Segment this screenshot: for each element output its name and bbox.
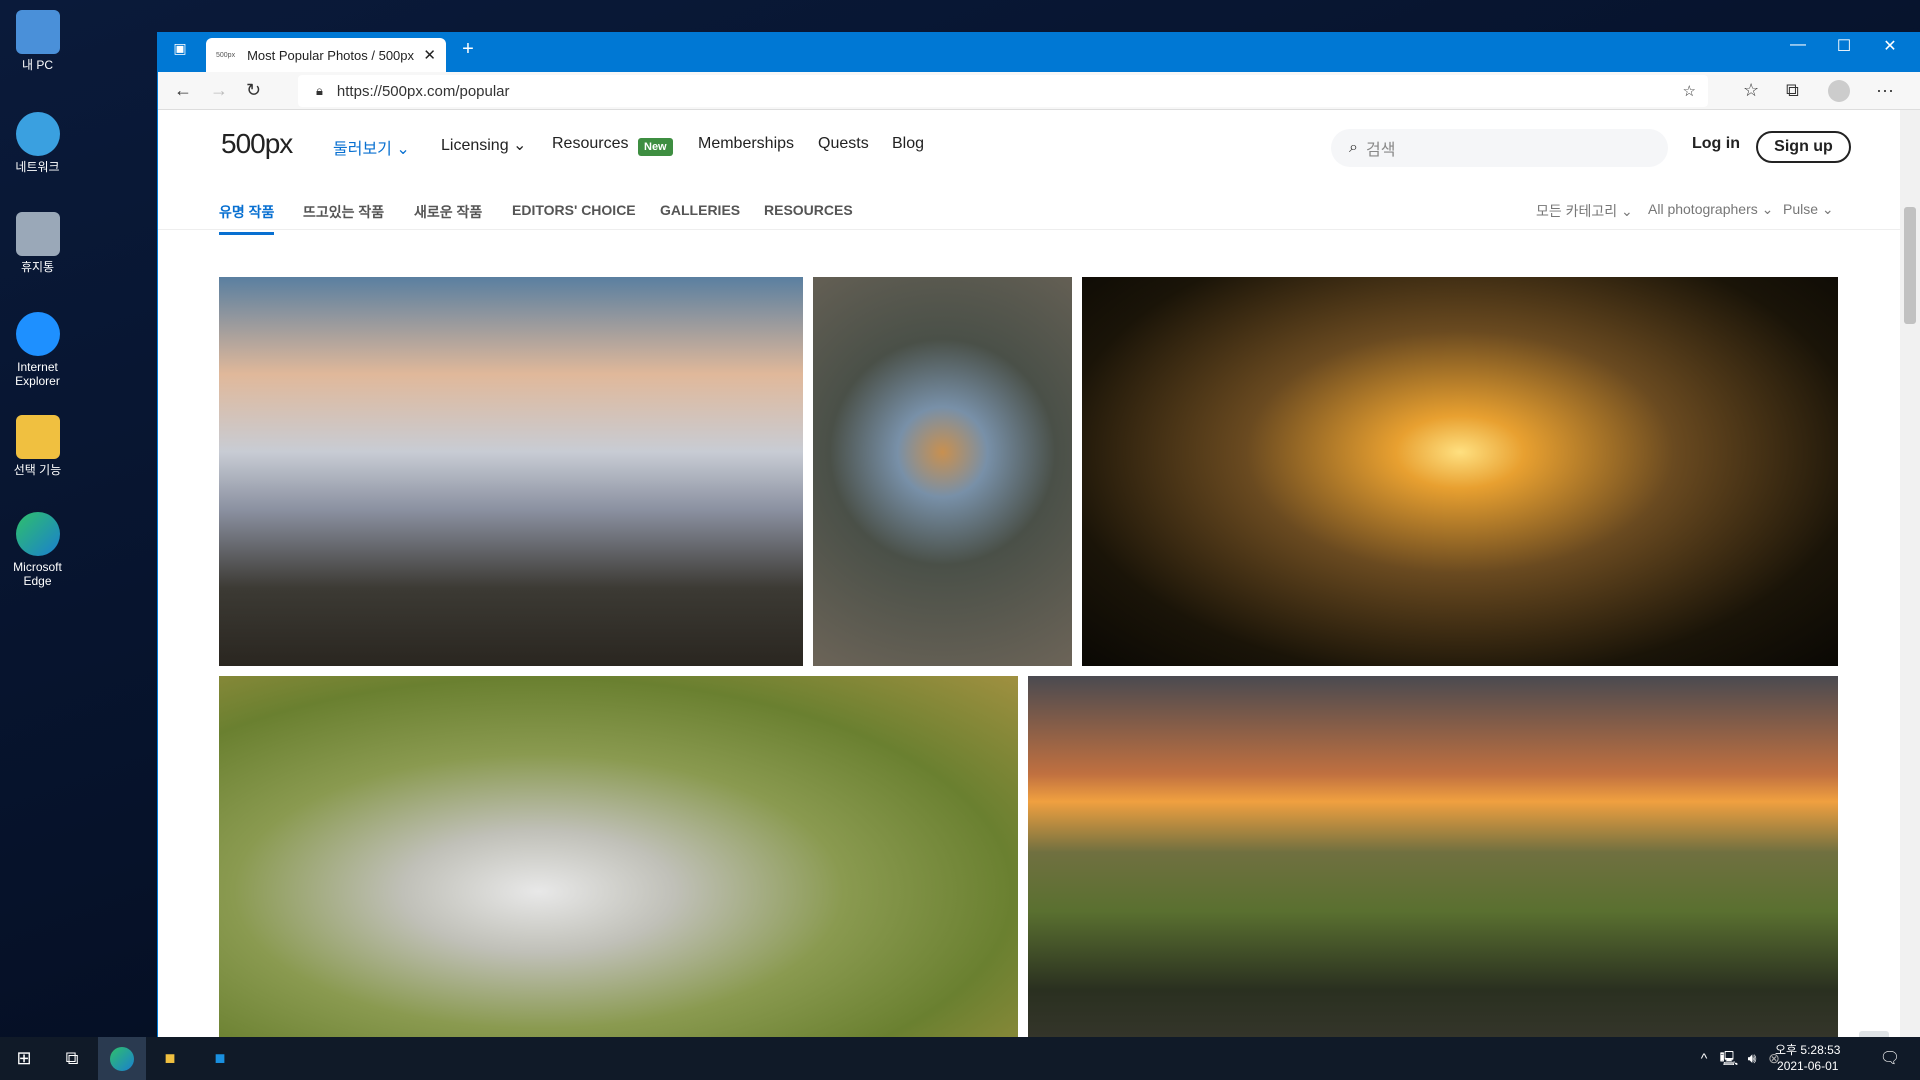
desktop-icon-optional-features[interactable]: 선택 기능	[0, 415, 75, 477]
title-bar: ▣ 500px Most Popular Photos / 500px ✕ + …	[158, 32, 1920, 72]
clock[interactable]: 오후 5:28:53 2021-06-01	[1775, 1042, 1840, 1074]
desktop-icon-recycle-bin[interactable]: 휴지통	[0, 212, 75, 274]
category-tabs: 유명 작품 뜨고있는 작품 새로운 작품 EDITORS' CHOICE GAL…	[158, 180, 1900, 235]
computer-icon	[15, 10, 60, 54]
nav-resources[interactable]: Resources	[552, 135, 628, 153]
lock-icon: 🔒︎	[316, 83, 323, 98]
logo[interactable]: 500px	[221, 128, 293, 160]
tab-resources[interactable]: RESOURCES	[764, 202, 853, 218]
close-tab-icon[interactable]: ✕	[423, 46, 436, 64]
browser-window: ▣ 500px Most Popular Photos / 500px ✕ + …	[157, 32, 1920, 1037]
file-explorer-icon[interactable]: ■	[146, 1037, 194, 1080]
search-input[interactable]: ⌕ 검색	[1331, 129, 1668, 167]
nav-blog[interactable]: Blog	[892, 135, 924, 153]
forward-icon[interactable]: →	[210, 80, 228, 101]
photo-butterfly[interactable]	[219, 676, 1018, 1037]
nav-quests[interactable]: Quests	[818, 135, 869, 153]
photo-mountain[interactable]	[219, 277, 803, 666]
login-link[interactable]: Log in	[1692, 135, 1740, 153]
edge-icon	[110, 1047, 134, 1072]
task-view-button[interactable]: ⧉	[48, 1037, 96, 1080]
desktop-icon-ie[interactable]: Internet Explorer	[0, 312, 75, 388]
notifications-icon[interactable]: 🗨︎	[1866, 1037, 1914, 1080]
new-badge: New	[638, 138, 673, 156]
search-icon: ⌕	[1349, 139, 1358, 156]
refresh-icon[interactable]: ↻	[246, 80, 261, 101]
browser-toolbar: ← → ↻ 🔒︎ https://500px.com/popular ☆ ☆ ⧉ ·…	[158, 72, 1920, 110]
collections-icon[interactable]: ⧉	[1786, 80, 1799, 101]
back-icon[interactable]: ←	[174, 80, 192, 101]
tab-fresh[interactable]: 새로운 작품	[414, 202, 482, 222]
nav-memberships[interactable]: Memberships	[698, 135, 794, 153]
profile-avatar[interactable]	[1828, 80, 1850, 102]
category-filter[interactable]: 모든 카테고리 ⌄	[1536, 201, 1633, 221]
recycle-bin-icon	[15, 212, 60, 256]
photo-sunset-lake[interactable]	[1082, 277, 1838, 666]
nav-licensing[interactable]: Licensing ⌄	[441, 135, 526, 155]
tab-upcoming[interactable]: 뜨고있는 작품	[303, 202, 384, 222]
close-window-button[interactable]: ✕	[1870, 36, 1910, 56]
new-tab-button[interactable]: +	[448, 38, 488, 61]
site-header: 500px 둘러보기 ⌄ Licensing ⌄ Resources New M…	[158, 110, 1920, 180]
tab-popular[interactable]: 유명 작품	[219, 202, 275, 235]
web-page: 500px 둘러보기 ⌄ Licensing ⌄ Resources New M…	[158, 110, 1920, 1037]
more-icon[interactable]: ···	[1876, 80, 1894, 101]
sort-filter[interactable]: Pulse ⌄	[1783, 201, 1834, 218]
tab-editors-choice[interactable]: EDITORS' CHOICE	[512, 202, 636, 218]
edge-icon	[15, 512, 60, 556]
desktop-icon-network[interactable]: 네트워크	[0, 112, 75, 174]
desktop-icon-my-pc[interactable]: 내 PC	[0, 10, 75, 72]
start-button[interactable]: ⊞	[0, 1037, 48, 1080]
favorites-icon[interactable]: ☆	[1743, 80, 1759, 101]
address-bar[interactable]: 🔒︎ https://500px.com/popular ☆	[298, 75, 1708, 107]
taskbar: ⊞ ⧉ ■ ■ ^ 🖳︎ 🔊︎ ⊗ 오후 5:28:53 2021-06-01 🗨…	[0, 1037, 1920, 1080]
scrollbar-thumb[interactable]	[1904, 207, 1916, 324]
maximize-button[interactable]: ☐	[1824, 36, 1864, 56]
photographers-filter[interactable]: All photographers ⌄	[1648, 201, 1773, 218]
add-favorite-icon[interactable]: ☆	[1683, 82, 1696, 100]
folder-icon	[15, 415, 60, 459]
photo-windmill[interactable]	[1028, 676, 1838, 1037]
taskbar-edge[interactable]	[98, 1037, 146, 1080]
network-icon	[15, 112, 60, 156]
mail-icon[interactable]: ■	[196, 1037, 244, 1080]
minimize-button[interactable]: —	[1778, 36, 1818, 54]
tab-galleries[interactable]: GALLERIES	[660, 202, 740, 218]
browser-tab[interactable]: 500px Most Popular Photos / 500px ✕	[206, 38, 446, 72]
favicon: 500px	[216, 51, 236, 59]
desktop-icon-edge[interactable]: Microsoft Edge	[0, 512, 75, 588]
internet-explorer-icon	[15, 312, 60, 356]
photo-bird[interactable]	[813, 277, 1072, 666]
scrollbar[interactable]	[1900, 110, 1920, 1037]
tab-actions-icon[interactable]: ▣	[160, 40, 200, 57]
signup-button[interactable]: Sign up	[1756, 131, 1851, 163]
nav-browse[interactable]: 둘러보기 ⌄	[333, 135, 410, 159]
